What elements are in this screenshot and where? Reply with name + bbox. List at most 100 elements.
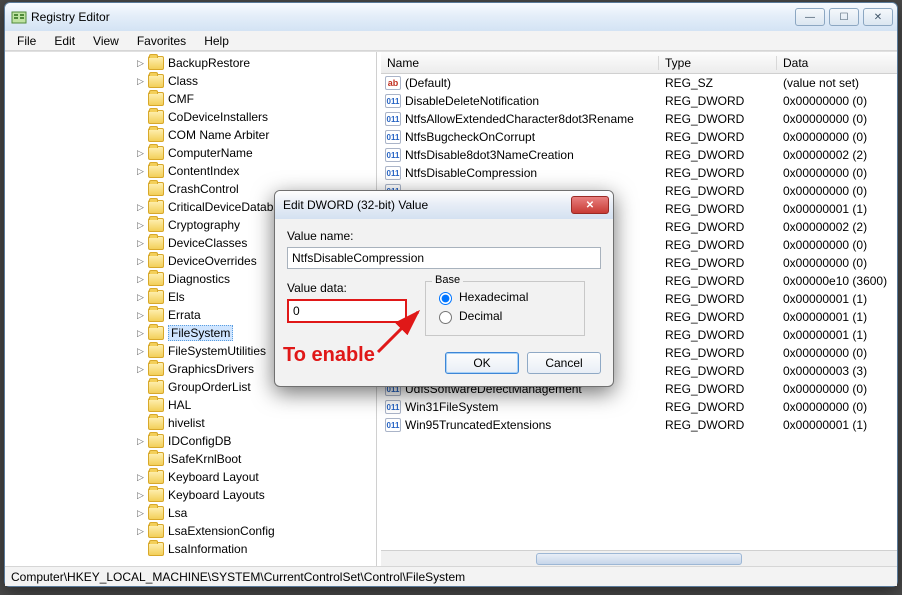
expand-toggle-icon[interactable] <box>135 112 146 123</box>
radio-dec-input[interactable] <box>439 311 452 324</box>
expand-toggle-icon[interactable]: ▷ <box>135 310 146 321</box>
dword-value-icon <box>385 112 401 126</box>
expand-toggle-icon[interactable]: ▷ <box>135 220 146 231</box>
folder-icon <box>148 524 164 538</box>
tree-item[interactable]: ▷ComputerName <box>5 144 376 162</box>
expand-toggle-icon[interactable]: ▷ <box>135 346 146 357</box>
tree-item[interactable]: CoDeviceInstallers <box>5 108 376 126</box>
value-data: 0x00000001 (1) <box>777 310 897 324</box>
expand-toggle-icon[interactable] <box>135 382 146 393</box>
tree-item[interactable]: ▷Lsa <box>5 504 376 522</box>
dword-value-icon <box>385 94 401 108</box>
tree-item[interactable]: HAL <box>5 396 376 414</box>
menu-view[interactable]: View <box>85 33 127 49</box>
folder-icon <box>148 128 164 142</box>
expand-toggle-icon[interactable]: ▷ <box>135 274 146 285</box>
menu-help[interactable]: Help <box>196 33 237 49</box>
list-row[interactable]: DisableDeleteNotificationREG_DWORD0x0000… <box>381 92 897 110</box>
expand-toggle-icon[interactable]: ▷ <box>135 256 146 267</box>
radio-dec[interactable]: Decimal <box>434 308 576 324</box>
tree-item[interactable]: iSafeKrnlBoot <box>5 450 376 468</box>
tree-item[interactable]: COM Name Arbiter <box>5 126 376 144</box>
radio-hex-input[interactable] <box>439 292 452 305</box>
cancel-button[interactable]: Cancel <box>527 352 601 374</box>
folder-icon <box>148 182 164 196</box>
column-type[interactable]: Type <box>659 56 777 70</box>
list-row[interactable]: Win31FileSystemREG_DWORD0x00000000 (0) <box>381 398 897 416</box>
expand-toggle-icon[interactable] <box>135 544 146 555</box>
value-type: REG_DWORD <box>659 112 777 126</box>
expand-toggle-icon[interactable]: ▷ <box>135 292 146 303</box>
tree-item[interactable]: ▷BackupRestore <box>5 54 376 72</box>
expand-toggle-icon[interactable] <box>135 184 146 195</box>
minimize-button[interactable]: — <box>795 8 825 26</box>
tree-item[interactable]: ▷LsaExtensionConfig <box>5 522 376 540</box>
dword-value-icon <box>385 166 401 180</box>
close-button[interactable]: ✕ <box>863 8 893 26</box>
tree-item-label: LsaInformation <box>168 542 247 556</box>
value-name-input[interactable] <box>287 247 601 269</box>
value-data-input[interactable] <box>287 299 407 323</box>
expand-toggle-icon[interactable]: ▷ <box>135 472 146 483</box>
expand-toggle-icon[interactable]: ▷ <box>135 364 146 375</box>
folder-icon <box>148 542 164 556</box>
expand-toggle-icon[interactable]: ▷ <box>135 166 146 177</box>
dword-value-icon <box>385 130 401 144</box>
dialog-titlebar[interactable]: Edit DWORD (32-bit) Value ✕ <box>275 191 613 219</box>
expand-toggle-icon[interactable]: ▷ <box>135 148 146 159</box>
tree-item[interactable]: ▷ ContentIndex <box>5 162 376 180</box>
expand-toggle-icon[interactable]: ▷ <box>135 526 146 537</box>
tree-item-label: GroupOrderList <box>168 380 251 394</box>
tree-item[interactable]: CMF <box>5 90 376 108</box>
menu-edit[interactable]: Edit <box>46 33 83 49</box>
tree-item-label: Keyboard Layouts <box>168 488 265 502</box>
expand-toggle-icon[interactable] <box>135 130 146 141</box>
value-type: REG_DWORD <box>659 148 777 162</box>
tree-item[interactable]: ▷ Keyboard Layouts <box>5 486 376 504</box>
column-data[interactable]: Data <box>777 56 897 70</box>
expand-toggle-icon[interactable] <box>135 400 146 411</box>
ok-button[interactable]: OK <box>445 352 519 374</box>
tree-item[interactable]: ▷IDConfigDB <box>5 432 376 450</box>
expand-toggle-icon[interactable]: ▷ <box>135 490 146 501</box>
value-type: REG_DWORD <box>659 220 777 234</box>
expand-toggle-icon[interactable]: ▷ <box>135 328 146 339</box>
expand-toggle-icon[interactable]: ▷ <box>135 436 146 447</box>
tree-item[interactable]: hivelist <box>5 414 376 432</box>
expand-toggle-icon[interactable]: ▷ <box>135 508 146 519</box>
expand-toggle-icon[interactable]: ▷ <box>135 76 146 87</box>
list-row[interactable]: NtfsDisable8dot3NameCreationREG_DWORD0x0… <box>381 146 897 164</box>
list-row[interactable]: NtfsDisableCompressionREG_DWORD0x0000000… <box>381 164 897 182</box>
expand-toggle-icon[interactable] <box>135 94 146 105</box>
list-row[interactable]: Win95TruncatedExtensionsREG_DWORD0x00000… <box>381 416 897 434</box>
list-row[interactable]: (Default)REG_SZ(value not set) <box>381 74 897 92</box>
expand-toggle-icon[interactable] <box>135 454 146 465</box>
tree-item-label: Diagnostics <box>168 272 230 286</box>
dialog-close-button[interactable]: ✕ <box>571 196 609 214</box>
value-name: Win31FileSystem <box>405 400 498 414</box>
expand-toggle-icon[interactable]: ▷ <box>135 202 146 213</box>
list-row[interactable]: NtfsAllowExtendedCharacter8dot3RenameREG… <box>381 110 897 128</box>
tree-item[interactable]: LsaInformation <box>5 540 376 558</box>
folder-icon <box>148 452 164 466</box>
value-data: (value not set) <box>777 76 897 90</box>
expand-toggle-icon[interactable]: ▷ <box>135 58 146 69</box>
titlebar[interactable]: Registry Editor — ☐ ✕ <box>5 3 897 31</box>
radio-hex[interactable]: Hexadecimal <box>434 289 576 305</box>
status-path: Computer\HKEY_LOCAL_MACHINE\SYSTEM\Curre… <box>11 570 465 584</box>
column-name[interactable]: Name <box>381 56 659 70</box>
horizontal-scrollbar[interactable] <box>381 550 897 566</box>
expand-toggle-icon[interactable]: ▷ <box>135 238 146 249</box>
folder-icon <box>148 200 164 214</box>
tree-item[interactable]: ▷Keyboard Layout <box>5 468 376 486</box>
value-data: 0x00000000 (0) <box>777 166 897 180</box>
list-row[interactable]: NtfsBugcheckOnCorruptREG_DWORD0x00000000… <box>381 128 897 146</box>
expand-toggle-icon[interactable] <box>135 418 146 429</box>
menu-file[interactable]: File <box>9 33 44 49</box>
maximize-button[interactable]: ☐ <box>829 8 859 26</box>
tree-item-label: ContentIndex <box>168 164 239 178</box>
value-data: 0x00000000 (0) <box>777 238 897 252</box>
menu-favorites[interactable]: Favorites <box>129 33 194 49</box>
tree-item[interactable]: ▷Class <box>5 72 376 90</box>
value-data: 0x00000000 (0) <box>777 400 897 414</box>
